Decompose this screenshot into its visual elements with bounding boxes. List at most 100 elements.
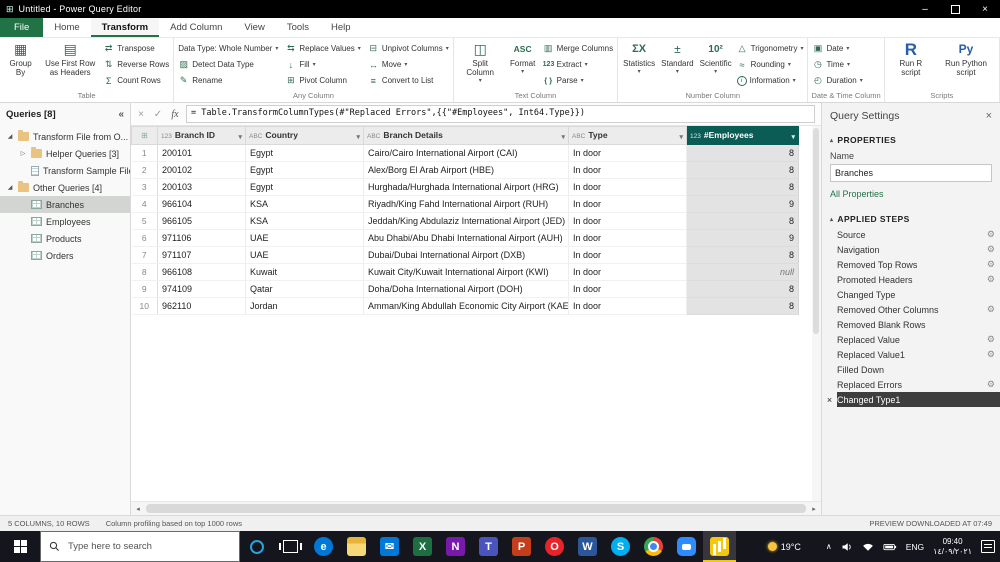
task-view-icon[interactable] <box>279 540 302 553</box>
taskbar-app-file-explorer[interactable] <box>340 531 373 562</box>
weather-widget[interactable]: 19°C <box>767 542 817 552</box>
applied-step-removed-blank-rows[interactable]: Removed Blank Rows <box>822 317 1000 332</box>
cell[interactable]: In door <box>568 212 687 230</box>
cell[interactable]: Cairo/Cairo International Airport (CAI) <box>363 144 569 162</box>
ribbon-button-time[interactable]: ◷ Time ▾ <box>811 57 863 73</box>
tab-tools[interactable]: Tools <box>276 18 320 37</box>
applied-step-changed-type[interactable]: Changed Type <box>822 287 1000 302</box>
ribbon-button-extract[interactable]: 123 Extract ▾ <box>542 57 614 73</box>
row-number[interactable]: 10 <box>131 297 158 315</box>
taskbar-app-chrome[interactable] <box>637 531 670 562</box>
speaker-icon[interactable] <box>841 541 853 553</box>
collapsed-expander-icon[interactable]: ▷ <box>19 150 27 157</box>
query-item-orders[interactable]: Orders <box>0 247 130 264</box>
applied-step-changed-type1[interactable]: × Changed Type1 <box>822 392 1000 407</box>
cell[interactable]: KSA <box>245 195 364 213</box>
delete-step-icon[interactable]: × <box>822 395 837 405</box>
cell[interactable]: Doha/Doha International Airport (DOH) <box>363 280 569 298</box>
cell[interactable]: Egypt <box>245 144 364 162</box>
tab-view[interactable]: View <box>233 18 275 37</box>
cell[interactable]: Egypt <box>245 161 364 179</box>
ribbon-button-information[interactable]: i Information ▾ <box>736 73 805 89</box>
filter-icon[interactable]: ▾ <box>791 133 795 141</box>
applied-step-replaced-value1[interactable]: Replaced Value1 ⚙ <box>822 347 1000 362</box>
step-settings-gear-icon[interactable]: ⚙ <box>987 259 995 270</box>
minimize-button[interactable]: – <box>910 0 940 18</box>
cell[interactable]: 971107 <box>157 246 246 264</box>
search-input[interactable] <box>66 540 231 553</box>
applied-step-filled-down[interactable]: Filled Down <box>822 362 1000 377</box>
ribbon-button-format[interactable]: ASC Format ▾ <box>506 39 540 90</box>
ribbon-button-rounding[interactable]: ≈ Rounding ▾ <box>736 57 805 73</box>
close-button[interactable]: × <box>970 0 1000 18</box>
query-item-other-queries-4[interactable]: ◢ Other Queries [4] <box>0 179 130 196</box>
ribbon-button-count-rows[interactable]: Σ Count Rows <box>102 73 170 89</box>
cell[interactable]: UAE <box>245 246 364 264</box>
step-settings-gear-icon[interactable]: ⚙ <box>987 274 995 285</box>
ribbon-button-use-first-row-as-headers[interactable]: ▤ Use First Row as Headers <box>40 39 100 90</box>
cell[interactable]: In door <box>568 263 687 281</box>
row-number[interactable]: 4 <box>131 195 158 213</box>
query-item-branches[interactable]: Branches <box>0 196 130 213</box>
battery-icon[interactable] <box>883 541 897 553</box>
ribbon-button-move[interactable]: ↔ Move ▾ <box>367 57 450 73</box>
row-number[interactable]: 8 <box>131 263 158 281</box>
status-profiling[interactable]: Column profiling based on top 1000 rows <box>106 519 242 528</box>
step-settings-gear-icon[interactable]: ⚙ <box>987 304 995 315</box>
cell[interactable]: 8 <box>686 246 799 264</box>
taskbar-app-excel[interactable]: X <box>406 531 439 562</box>
clock[interactable]: 09:40 ١٤/٠٩/٢٠٢١ <box>933 537 972 557</box>
cell[interactable]: Kuwait City/Kuwait International Airport… <box>363 263 569 281</box>
query-item-transform-file-from-o[interactable]: ◢ Transform File from O... <box>0 128 130 145</box>
ribbon-button-rename[interactable]: ✎ Rename <box>177 73 279 89</box>
cell[interactable]: 8 <box>686 178 799 196</box>
ribbon-button-split-column[interactable]: ◫ Split Column ▾ <box>457 39 504 90</box>
filter-icon[interactable]: ▾ <box>679 133 683 141</box>
data-type-icon[interactable]: ABC <box>572 133 585 140</box>
cell[interactable]: null <box>686 263 799 281</box>
step-settings-gear-icon[interactable]: ⚙ <box>987 379 995 390</box>
taskbar-app-power-bi[interactable] <box>703 531 736 562</box>
column-header-type[interactable]: ABC Type ▾ <box>568 126 687 145</box>
ribbon-button-fill[interactable]: ↓ Fill ▾ <box>284 57 361 73</box>
tab-home[interactable]: Home <box>43 18 90 37</box>
scroll-right-icon[interactable]: ▸ <box>807 505 821 513</box>
step-settings-gear-icon[interactable]: ⚙ <box>987 229 995 240</box>
cell[interactable]: Dubai/Dubai International Airport (DXB) <box>363 246 569 264</box>
cell[interactable]: Egypt <box>245 178 364 196</box>
applied-step-replaced-value[interactable]: Replaced Value ⚙ <box>822 332 1000 347</box>
ribbon-button-reverse-rows[interactable]: ⇅ Reverse Rows <box>102 57 170 73</box>
query-item-helper-queries-3[interactable]: ▷ Helper Queries [3] <box>0 145 130 162</box>
ribbon-button-group-by[interactable]: ▦ Group By <box>3 39 38 90</box>
ribbon-button-duration[interactable]: ◴ Duration ▾ <box>811 73 863 89</box>
column-header-employees[interactable]: 123 #Employees ▾ <box>686 126 799 145</box>
cell[interactable]: 9 <box>686 195 799 213</box>
tab-add-column[interactable]: Add Column <box>159 18 233 37</box>
cortana-icon[interactable] <box>250 539 264 554</box>
cell[interactable]: In door <box>568 144 687 162</box>
step-settings-gear-icon[interactable]: ⚙ <box>987 244 995 255</box>
ribbon-button-data-type-whole-number[interactable]: Data Type: Whole Number ▾ <box>177 41 279 57</box>
vertical-scrollbar[interactable] <box>812 126 821 501</box>
ribbon-button-date[interactable]: ▣ Date ▾ <box>811 41 863 57</box>
cell[interactable]: In door <box>568 178 687 196</box>
row-number[interactable]: 3 <box>131 178 158 196</box>
step-settings-gear-icon[interactable]: ⚙ <box>987 349 995 360</box>
cell[interactable]: 971106 <box>157 229 246 247</box>
cell[interactable]: Kuwait <box>245 263 364 281</box>
row-number[interactable]: 2 <box>131 161 158 179</box>
cell[interactable]: 9 <box>686 229 799 247</box>
collapse-queries-icon[interactable]: « <box>118 109 124 120</box>
filter-icon[interactable]: ▾ <box>238 133 242 141</box>
cell[interactable]: Jeddah/King Abdulaziz International Airp… <box>363 212 569 230</box>
expanded-expander-icon[interactable]: ◢ <box>6 133 14 140</box>
taskbar-app-edge[interactable]: e <box>307 531 340 562</box>
horizontal-scroll-thumb[interactable] <box>146 504 806 513</box>
ribbon-button-convert-to-list[interactable]: ≡ Convert to List <box>367 73 450 89</box>
row-number[interactable]: 6 <box>131 229 158 247</box>
query-name-input[interactable] <box>830 164 992 182</box>
grid-corner-cell[interactable]: ⊞ <box>131 126 158 145</box>
ribbon-button-statistics[interactable]: ΣΧ Statistics ▾ <box>621 39 657 90</box>
cell[interactable]: In door <box>568 229 687 247</box>
cell[interactable]: Jordan <box>245 297 364 315</box>
